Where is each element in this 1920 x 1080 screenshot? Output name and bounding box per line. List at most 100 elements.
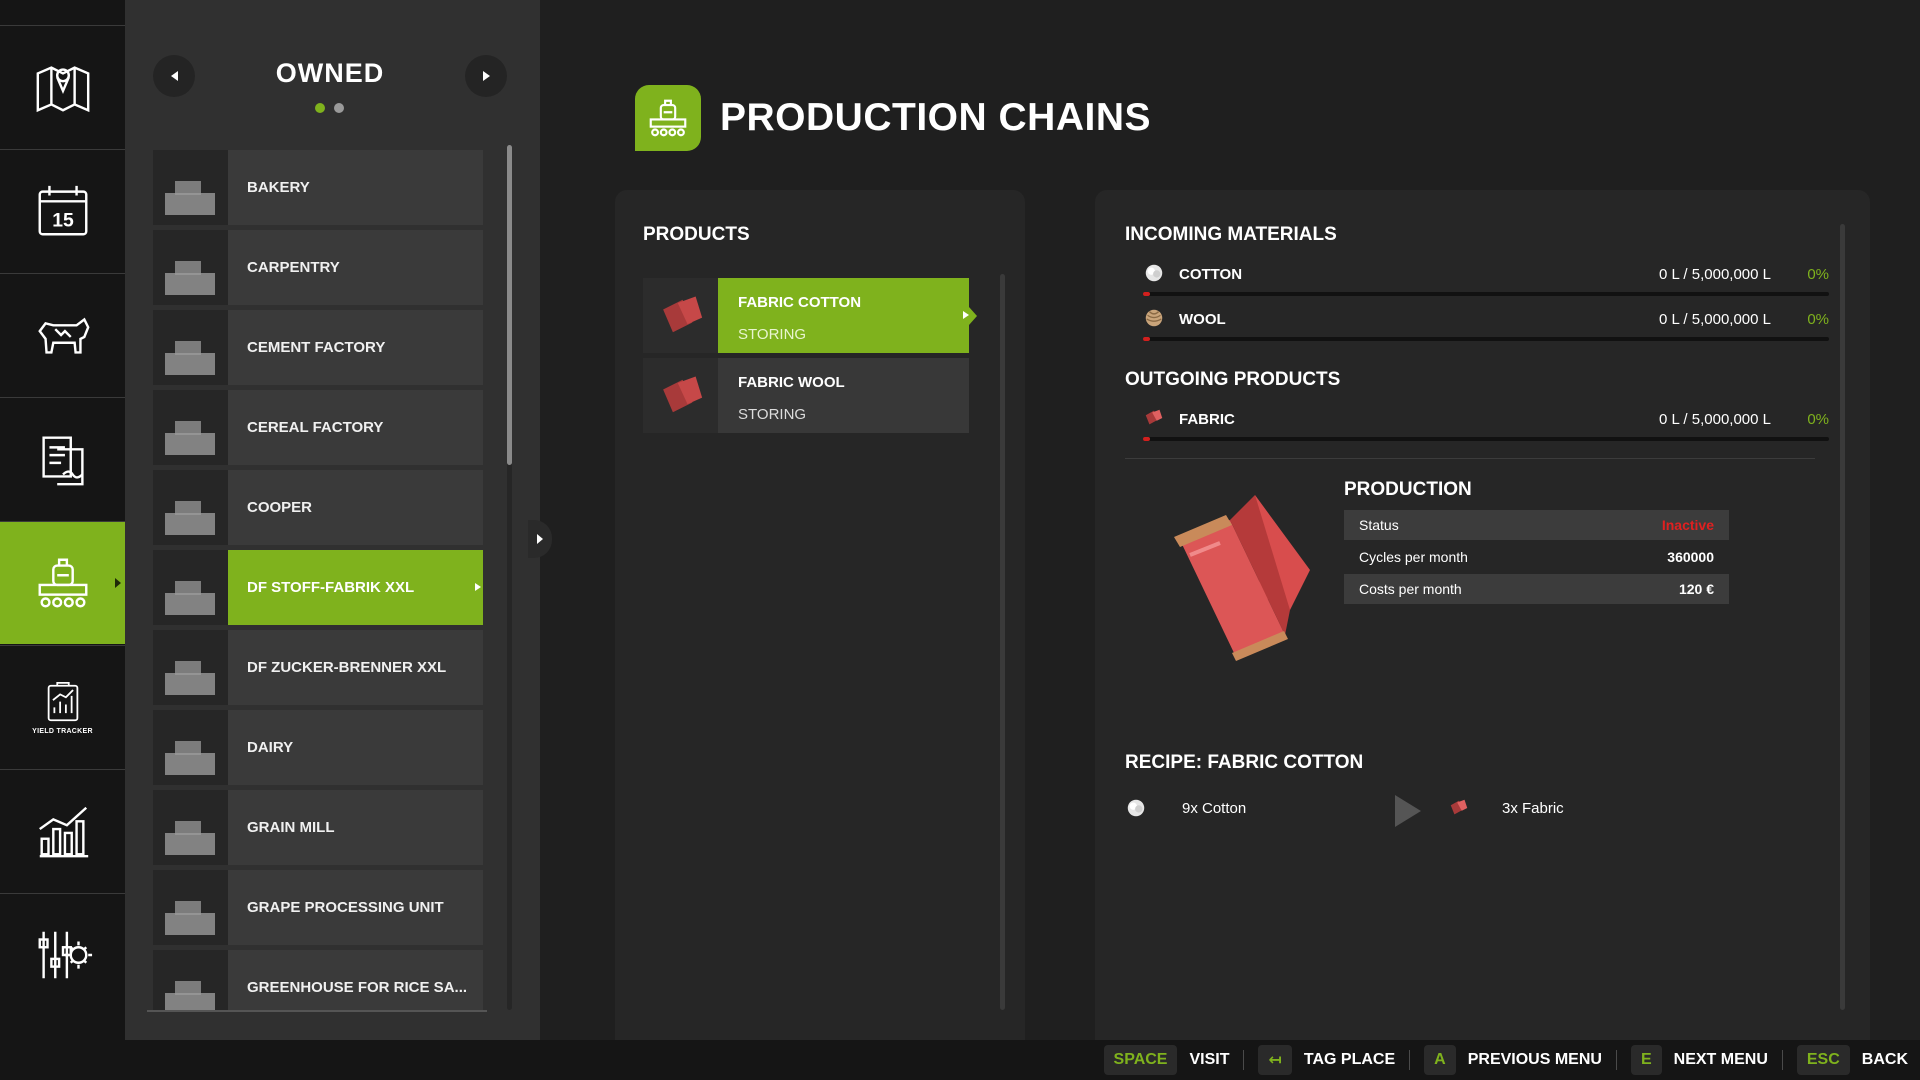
products-scrollbar[interactable] [1000,274,1005,1010]
place-thumbnail [153,390,228,465]
key-badge: E [1630,1045,1662,1075]
toggle-list-button[interactable] [528,520,552,558]
production-icon [38,558,87,608]
list-item-cereal-factory[interactable]: CEREAL FACTORY [153,390,483,465]
product-item-fabric-wool[interactable]: FABRIC WOOL STORING [643,358,969,433]
place-thumbnail [153,550,228,625]
material-name: FABRIC [1179,411,1235,428]
place-thumbnail [153,310,228,385]
chevron-right-icon [537,534,543,544]
material-amount: 0 L / 5,000,000 L [1658,266,1771,283]
list-item-grape-processing-unit[interactable]: GRAPE PROCESSING UNIT [153,870,483,945]
outgoing-product-fabric: FABRIC 0 L / 5,000,000 L 0% [1143,407,1829,443]
list-item-greenhouse-for-rice[interactable]: GREENHOUSE FOR RICE SA... [153,950,483,1010]
wool-icon [1145,309,1163,327]
arrow-right-icon [1395,795,1421,827]
material-percent: 0% [1807,311,1829,328]
material-fill-level [1143,337,1150,341]
fabric-icon [1145,409,1163,425]
statistics-icon [38,806,88,858]
yield-tracker-caption: YIELD TRACKER [32,727,93,735]
material-fill-bar [1143,292,1829,296]
production-title: PRODUCTION [1344,479,1472,500]
header-production-icon [635,85,701,151]
active-caret-icon [115,578,121,588]
place-name: GRAIN MILL [247,819,335,836]
place-thumbnail [153,870,228,945]
place-name: BAKERY [247,179,310,196]
product-text: FABRIC WOOL STORING [718,358,969,433]
list-item-cement-factory[interactable]: CEMENT FACTORY [153,310,483,385]
page-dot-2[interactable] [334,103,344,113]
places-panel: OWNED BAKERY CARPENTRY CEMENT FACTORY CE… [125,0,540,1040]
incoming-materials-title: INCOMING MATERIALS [1125,224,1337,245]
details-scrollbar[interactable] [1840,224,1845,1010]
hint-tag-place[interactable]: ↤ TAG PLACE [1258,1040,1395,1080]
page-indicator [315,103,344,113]
contracts-icon [41,436,84,486]
hint-previous-menu[interactable]: A PREVIOUS MENU [1424,1040,1602,1080]
hint-visit[interactable]: SPACE VISIT [1103,1040,1229,1080]
material-percent: 0% [1807,411,1829,428]
production-icon [649,99,687,137]
settings-icon [38,931,92,979]
material-fill-level [1143,292,1150,296]
hint-label: TAG PLACE [1303,1051,1396,1068]
product-state: STORING [738,326,807,343]
production-cycles-row: Cycles per month 360000 [1344,542,1729,572]
places-list: BAKERY CARPENTRY CEMENT FACTORY CEREAL F… [153,150,483,1010]
outgoing-products-title: OUTGOING PRODUCTS [1125,369,1341,390]
next-page-button[interactable] [465,55,507,97]
list-item-grain-mill[interactable]: GRAIN MILL [153,790,483,865]
list-item-df-stoff-fabrik-xxl[interactable]: DF STOFF-FABRIK XXL [153,550,483,625]
incoming-material-wool: WOOL 0 L / 5,000,000 L 0% [1143,307,1829,343]
rail-item-settings[interactable] [0,893,125,1016]
product-item-fabric-cotton[interactable]: FABRIC COTTON STORING [643,278,977,353]
stat-label: Status [1359,517,1399,533]
page-dot-1[interactable] [315,103,325,113]
list-item-cooper[interactable]: COOPER [153,470,483,545]
hint-next-menu[interactable]: E NEXT MENU [1630,1040,1768,1080]
fabric-icon [1450,799,1468,815]
rail-item-statistics[interactable] [0,769,125,892]
material-percent: 0% [1807,266,1829,283]
production-details-panel: INCOMING MATERIALS COTTON 0 L / 5,000,00… [1095,190,1870,1040]
recipe-output: 3x Fabric [1502,800,1564,817]
list-item-carpentry[interactable]: CARPENTRY [153,230,483,305]
yield-tracker-icon [47,681,78,721]
place-name: CEREAL FACTORY [247,419,384,436]
product-name: FABRIC COTTON [738,294,862,311]
rail-item-production[interactable] [0,521,134,644]
recipe-title: RECIPE: FABRIC COTTON [1125,752,1364,773]
places-filter-title: OWNED [275,58,385,88]
rail-item-animals[interactable] [0,273,125,396]
places-scrollbar-thumb[interactable] [507,145,512,465]
place-name: CEMENT FACTORY [247,339,386,356]
chevron-left-icon [170,71,178,81]
place-name: COOPER [247,499,313,516]
production-chains-screen: 15 YIELD TRACKER OWNED BAKERY CARPENTRY … [0,0,1920,1080]
chevron-right-icon [963,311,969,319]
rail-item-map[interactable] [0,25,125,148]
material-fill-bar [1143,437,1829,441]
rail-item-calendar[interactable]: 15 [0,149,125,272]
product-name: FABRIC WOOL [738,374,845,391]
place-name: GREENHOUSE FOR RICE SA... [247,979,468,996]
divider [1615,1050,1617,1070]
hint-back[interactable]: ESC BACK [1796,1040,1908,1080]
production-status-row: Status Inactive [1344,510,1729,540]
list-item-dairy[interactable]: DAIRY [153,710,483,785]
main-menu-rail: 15 YIELD TRACKER [0,0,134,1040]
list-item-df-zucker-brenner-xxl[interactable]: DF ZUCKER-BRENNER XXL [153,630,483,705]
hint-label: NEXT MENU [1673,1051,1768,1068]
rail-item-yield-tracker[interactable]: YIELD TRACKER [0,645,125,768]
material-name: COTTON [1179,266,1243,283]
recipe-input: 9x Cotton [1182,800,1247,817]
rail-item-contracts[interactable] [0,397,125,520]
hint-label: BACK [1861,1051,1908,1068]
chevron-right-icon [475,583,481,591]
svg-text:15: 15 [52,210,74,232]
list-item-bakery[interactable]: BAKERY [153,150,483,225]
place-name: GRAPE PROCESSING UNIT [247,899,444,916]
product-state: STORING [738,406,807,423]
